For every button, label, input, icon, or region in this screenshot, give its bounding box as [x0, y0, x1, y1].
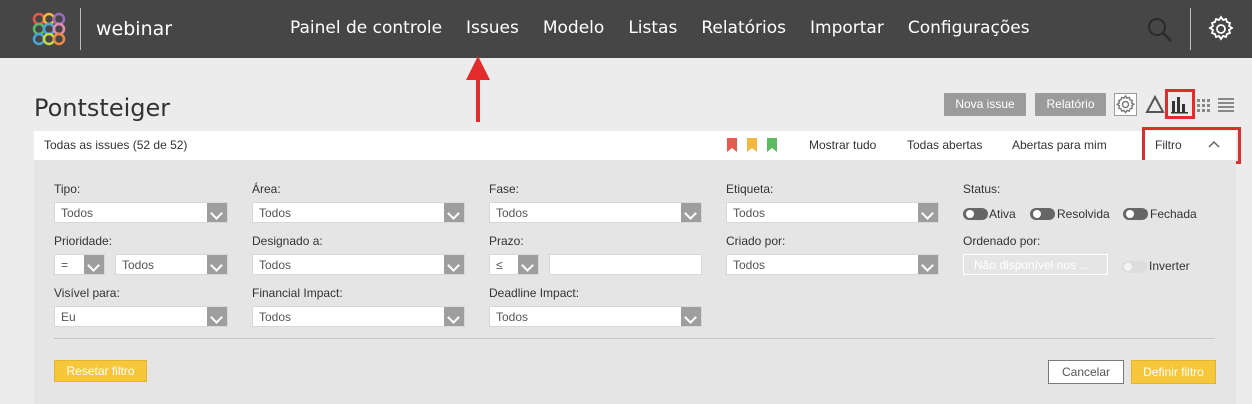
invert-label: Inverter — [1149, 259, 1190, 273]
gear-icon — [1115, 94, 1136, 114]
chevron-up-icon[interactable] — [1208, 140, 1220, 148]
triangle-view-icon[interactable] — [1145, 93, 1165, 116]
dropdown-caret-icon — [681, 203, 701, 222]
show-all-link[interactable]: Mostrar tudo — [809, 138, 876, 152]
prioridade-select[interactable]: Todos — [115, 254, 228, 275]
status-active-label: Ativa — [989, 207, 1016, 221]
dropdown-caret-icon — [207, 203, 227, 222]
designado-label: Designado a: — [252, 234, 323, 248]
etiqueta-select[interactable]: Todos — [726, 202, 939, 223]
invert-toggle[interactable] — [1122, 261, 1147, 273]
visivel-label: Visível para: — [54, 286, 120, 300]
deadline-label: Deadline Impact: — [489, 286, 580, 300]
dropdown-caret-icon — [918, 255, 938, 274]
financial-select[interactable]: Todos — [252, 306, 465, 327]
nav-modelo[interactable]: Modelo — [531, 0, 616, 58]
status-closed-toggle[interactable] — [1123, 208, 1148, 220]
status-label: Status: — [963, 182, 1001, 196]
report-button[interactable]: Relatório — [1035, 93, 1106, 116]
dropdown-caret-icon — [681, 307, 701, 326]
criado-label: Criado por: — [726, 234, 786, 248]
status-resolved-label: Resolvida — [1057, 207, 1110, 221]
page-title: Pontsteiger — [34, 94, 171, 122]
orange-flag-icon[interactable] — [747, 138, 758, 153]
area-select[interactable]: Todos — [252, 202, 465, 223]
criado-select[interactable]: Todos — [726, 254, 939, 275]
nav-painel[interactable]: Painel de controle — [278, 0, 454, 58]
nav-listas[interactable]: Listas — [616, 0, 689, 58]
prioridade-label: Prioridade: — [54, 234, 113, 248]
dropdown-caret-icon — [84, 255, 104, 274]
red-flag-icon[interactable] — [727, 138, 738, 153]
dropdown-caret-icon — [518, 255, 538, 274]
dropdown-caret-icon — [444, 307, 464, 326]
new-issue-button[interactable]: Nova issue — [944, 93, 1026, 116]
dropdown-caret-icon — [444, 255, 464, 274]
nav-configuracoes[interactable]: Configurações — [896, 0, 1042, 58]
open-for-me-link[interactable]: Abertas para mim — [1012, 138, 1107, 152]
all-open-link[interactable]: Todas abertas — [907, 138, 982, 152]
nav-issues[interactable]: Issues — [454, 0, 531, 58]
prazo-date-input[interactable] — [549, 254, 702, 275]
fase-label: Fase: — [489, 182, 520, 196]
tipo-label: Tipo: — [54, 182, 81, 196]
grid-view-icon[interactable] — [1194, 93, 1214, 116]
brand-name: webinar — [96, 18, 173, 40]
search-icon[interactable] — [1146, 16, 1174, 44]
main-nav: Painel de controle Issues Modelo Listas … — [278, 0, 1042, 58]
cancel-button[interactable]: Cancelar — [1048, 360, 1124, 384]
issue-filter-bar: Todas as issues (52 de 52) Mostrar tudo … — [34, 131, 1236, 160]
status-active-toggle[interactable] — [963, 208, 988, 220]
area-label: Área: — [252, 182, 281, 196]
dropdown-caret-icon — [207, 307, 227, 326]
prazo-operator-select[interactable]: ≤ — [489, 254, 539, 275]
apply-filter-button[interactable]: Definir filtro — [1131, 360, 1216, 384]
panel-divider — [54, 338, 1215, 339]
view-settings-button[interactable] — [1114, 93, 1137, 116]
deadline-select[interactable]: Todos — [489, 306, 702, 327]
list-view-icon[interactable] — [1216, 93, 1236, 116]
logo-icon[interactable] — [32, 12, 66, 46]
financial-label: Financial Impact: — [252, 286, 343, 300]
issue-count-label: Todas as issues (52 de 52) — [44, 138, 188, 152]
visivel-select[interactable]: Eu — [54, 306, 228, 327]
highlight-box-chart — [1165, 89, 1195, 119]
annotation-arrow-icon — [466, 56, 490, 122]
settings-gear-icon[interactable] — [1207, 15, 1235, 43]
dropdown-caret-icon — [207, 255, 227, 274]
status-resolved-toggle[interactable] — [1030, 208, 1055, 220]
ordenado-label: Ordenado por: — [963, 234, 1041, 248]
prioridade-operator-select[interactable]: = — [54, 254, 105, 275]
designado-select[interactable]: Todos — [252, 254, 465, 275]
top-divider — [1190, 8, 1191, 50]
status-closed-label: Fechada — [1150, 207, 1197, 221]
ordenado-select[interactable]: Não disponível nos ... — [963, 254, 1108, 275]
tipo-select[interactable]: Todos — [54, 202, 228, 223]
fase-select[interactable]: Todos — [489, 202, 702, 223]
prazo-label: Prazo: — [489, 234, 524, 248]
reset-filter-button[interactable]: Resetar filtro — [54, 360, 147, 382]
etiqueta-label: Etiqueta: — [726, 182, 774, 196]
nav-relatorios[interactable]: Relatórios — [689, 0, 798, 58]
nav-importar[interactable]: Importar — [798, 0, 896, 58]
filter-toggle[interactable]: Filtro — [1155, 138, 1182, 152]
green-flag-icon[interactable] — [767, 138, 778, 153]
logo-divider — [80, 8, 81, 50]
dropdown-caret-icon — [444, 203, 464, 222]
dropdown-caret-icon — [918, 203, 938, 222]
top-navigation-bar: webinar Painel de controle Issues Modelo… — [0, 0, 1252, 58]
